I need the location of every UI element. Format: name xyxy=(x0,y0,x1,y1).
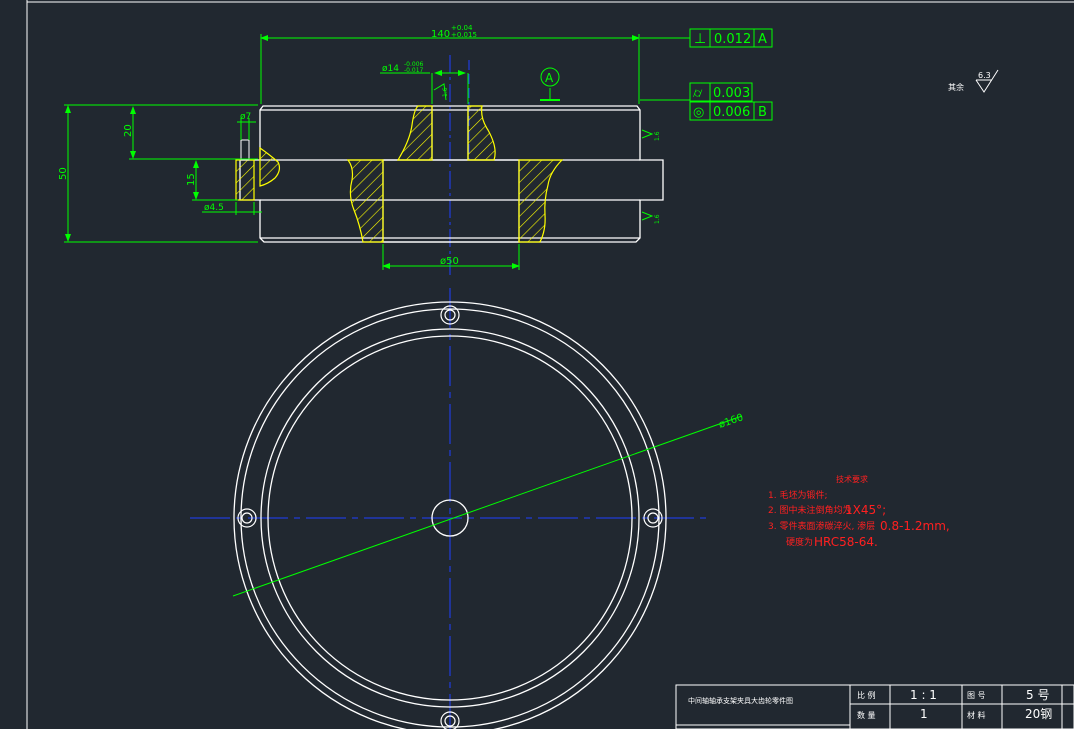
dim-pin-dia: ø4.5 xyxy=(204,203,224,213)
technical-requirements: 技术要求 1. 毛坯为锻件; 2. 图中未注倒角均为 1X45°; 3. 零件表… xyxy=(768,474,950,549)
finish-hole: 1.6 xyxy=(442,87,449,97)
datum-a-label: A xyxy=(545,71,554,85)
gdt-runout-symbol: ◎ xyxy=(693,105,704,120)
gdt-perp-value: 0.012 xyxy=(714,32,751,47)
scale-value: 1 : 1 xyxy=(910,688,937,702)
gdt-runout-value: 0.006 xyxy=(713,105,750,120)
gdt-perpendicularity-frame: ⊥ 0.012 A xyxy=(689,28,773,48)
qty-value: 1 xyxy=(920,707,928,721)
gdt-runout-datum: B xyxy=(758,105,767,120)
part-outline xyxy=(239,105,664,243)
dim-overall-height: 50 xyxy=(58,167,69,180)
roughness-label: 其余 xyxy=(948,82,964,92)
tech-req-line4-prefix: 硬度为 xyxy=(786,536,813,548)
roughness-value: 6.3 xyxy=(978,71,991,80)
drawing-no-value: 5 号 xyxy=(1026,688,1049,702)
drawing-no-label: 图 号 xyxy=(967,691,986,700)
dim-outer-dia: ø160 xyxy=(717,412,744,431)
section-view: 140 +0.04 +0.015 50 20 15 ø7 ø4.5 ø14 -0… xyxy=(58,24,999,275)
tech-req-title: 技术要求 xyxy=(836,474,868,484)
gdt-runout-frame: ◎ 0.006 B xyxy=(689,101,773,121)
qty-label: 数 量 xyxy=(857,710,876,720)
gdt-cyl-value: 0.003 xyxy=(713,86,750,101)
dim-center-hole-tol-lower: -0.017 xyxy=(404,67,424,74)
drawing-name: 中间轴轴承支架夹具大齿轮零件图 xyxy=(688,696,793,705)
dim-overall-width-tol-lower: +0.015 xyxy=(451,31,477,39)
top-view: ø160 xyxy=(190,288,745,729)
dim-upper-height: 20 xyxy=(123,124,134,137)
finish-side-upper: 1.6 xyxy=(654,131,661,141)
material-value: 20钢 xyxy=(1025,707,1052,721)
dim-bore: ø50 xyxy=(440,256,459,267)
hatched-sections xyxy=(235,105,564,243)
tech-req-line2-value: 1X45°; xyxy=(845,503,886,517)
tech-req-line3-value: 0.8-1.2mm, xyxy=(880,519,950,533)
finish-side-lower: 1.6 xyxy=(654,214,661,224)
tech-req-line4-value: HRC58-64. xyxy=(814,535,878,549)
scale-label: 比 例 xyxy=(857,690,876,700)
gdt-cyl-symbol: ⌭ xyxy=(693,86,703,101)
dim-center-hole: ø14 xyxy=(382,64,399,74)
material-label: 材 料 xyxy=(967,710,986,720)
tech-req-line3-prefix: 3. 零件表面渗碳淬火, 渗层 xyxy=(768,520,875,532)
datum-a-marker: A xyxy=(540,67,560,87)
gdt-perp-symbol: ⊥ xyxy=(694,31,706,47)
tech-req-line2-prefix: 2. 图中未注倒角均为 xyxy=(768,504,851,516)
dim-overall-width: 140 xyxy=(431,29,450,40)
gdt-perp-datum: A xyxy=(758,32,767,47)
cad-drawing-canvas[interactable]: 140 +0.04 +0.015 50 20 15 ø7 ø4.5 ø14 -0… xyxy=(0,0,1074,729)
global-roughness: 其余 6.3 xyxy=(948,69,999,93)
gdt-cylindricity-frame: ⌭ 0.003 xyxy=(689,82,753,102)
dim-pin-height: 15 xyxy=(186,173,197,186)
tech-req-line1: 1. 毛坯为锻件; xyxy=(768,489,827,501)
dim-pin-dia-small: ø7 xyxy=(240,112,251,122)
